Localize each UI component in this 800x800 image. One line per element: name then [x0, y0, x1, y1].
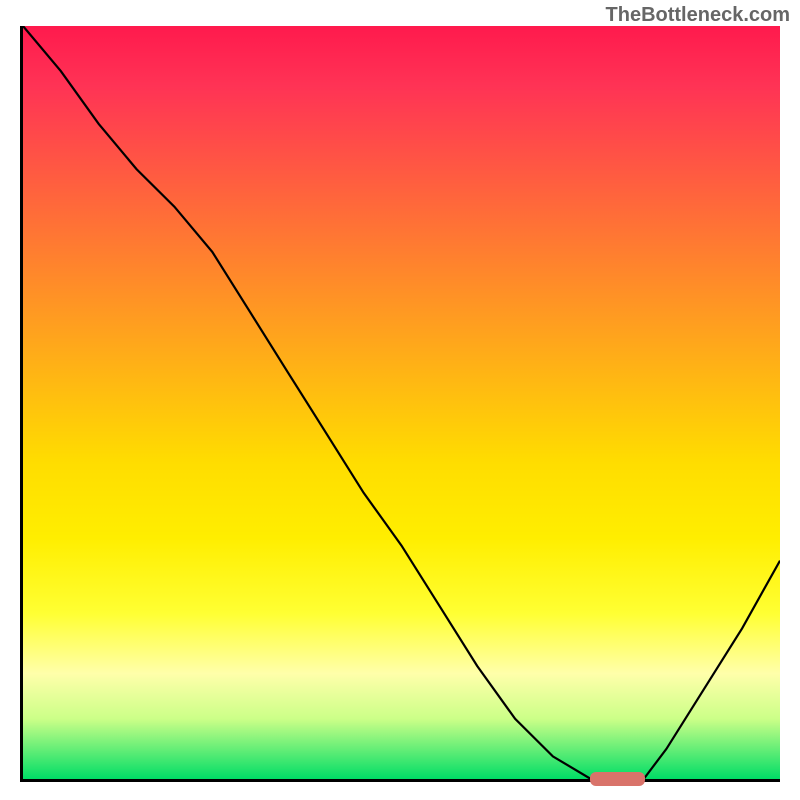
chart-line-curve: [23, 26, 780, 779]
optimal-range-marker: [590, 772, 645, 786]
chart-plot-area: [20, 26, 780, 782]
watermark-text: TheBottleneck.com: [606, 4, 790, 27]
